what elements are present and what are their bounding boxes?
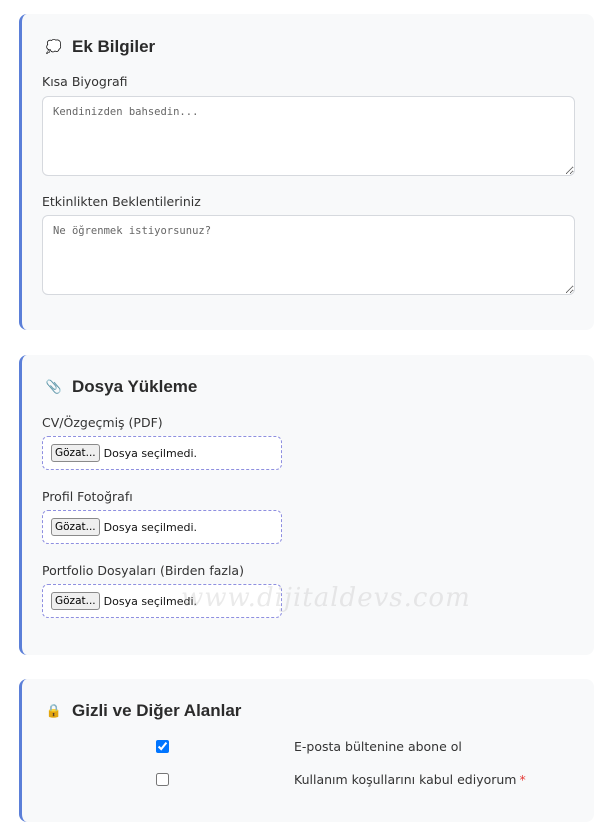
cv-file-status: Dosya seçilmedi. [103, 446, 197, 460]
required-mark: * [519, 772, 526, 787]
portfolio-browse-button[interactable]: Gözat... [51, 592, 100, 610]
expectations-label: Etkinlikten Beklentileriniz [42, 194, 201, 209]
extra-info-title-text: Ek Bilgiler [72, 37, 156, 56]
terms-checkbox[interactable] [156, 773, 169, 786]
hidden-fields-section: 🔒 Gizli ve Diğer Alanlar E-posta bülteni… [19, 679, 594, 822]
file-upload-title: 📎 Dosya Yükleme [44, 377, 197, 397]
profile-photo-browse-button[interactable]: Gözat... [51, 518, 100, 536]
terms-row: Kullanım koşullarını kabul ediyorum * [22, 772, 594, 789]
speech-bubble-icon: 💭 [45, 39, 63, 54]
newsletter-label[interactable]: E-posta bültenine abone ol [294, 739, 462, 754]
watermark: www.dijitaldevs.com [181, 583, 471, 613]
portfolio-label: Portfolio Dosyaları (Birden fazla) [42, 563, 244, 578]
newsletter-row: E-posta bültenine abone ol [22, 739, 594, 756]
hidden-fields-title: 🔒 Gizli ve Diğer Alanlar [44, 701, 242, 721]
hidden-fields-title-text: Gizli ve Diğer Alanlar [72, 701, 242, 720]
cv-file-input[interactable]: Gözat... Dosya seçilmedi. [42, 436, 282, 470]
bio-label: Kısa Biyografi [42, 74, 128, 89]
lock-icon: 🔒 [45, 703, 63, 718]
cv-browse-button[interactable]: Gözat... [51, 444, 100, 462]
profile-photo-file-status: Dosya seçilmedi. [103, 520, 197, 534]
bio-textarea[interactable] [42, 96, 575, 176]
extra-info-section: 💭 Ek Bilgiler Kısa Biyografi Etkinlikten… [19, 14, 594, 330]
terms-label[interactable]: Kullanım koşullarını kabul ediyorum * [294, 772, 526, 787]
extra-info-title: 💭 Ek Bilgiler [44, 37, 155, 57]
profile-photo-label: Profil Fotoğrafı [42, 489, 133, 504]
file-upload-title-text: Dosya Yükleme [72, 377, 198, 396]
paperclip-icon: 📎 [45, 379, 63, 394]
expectations-textarea[interactable] [42, 215, 575, 295]
profile-photo-file-input[interactable]: Gözat... Dosya seçilmedi. [42, 510, 282, 544]
cv-label: CV/Özgeçmiş (PDF) [42, 415, 163, 430]
newsletter-checkbox[interactable] [156, 740, 169, 753]
terms-label-text: Kullanım koşullarını kabul ediyorum [294, 772, 517, 787]
